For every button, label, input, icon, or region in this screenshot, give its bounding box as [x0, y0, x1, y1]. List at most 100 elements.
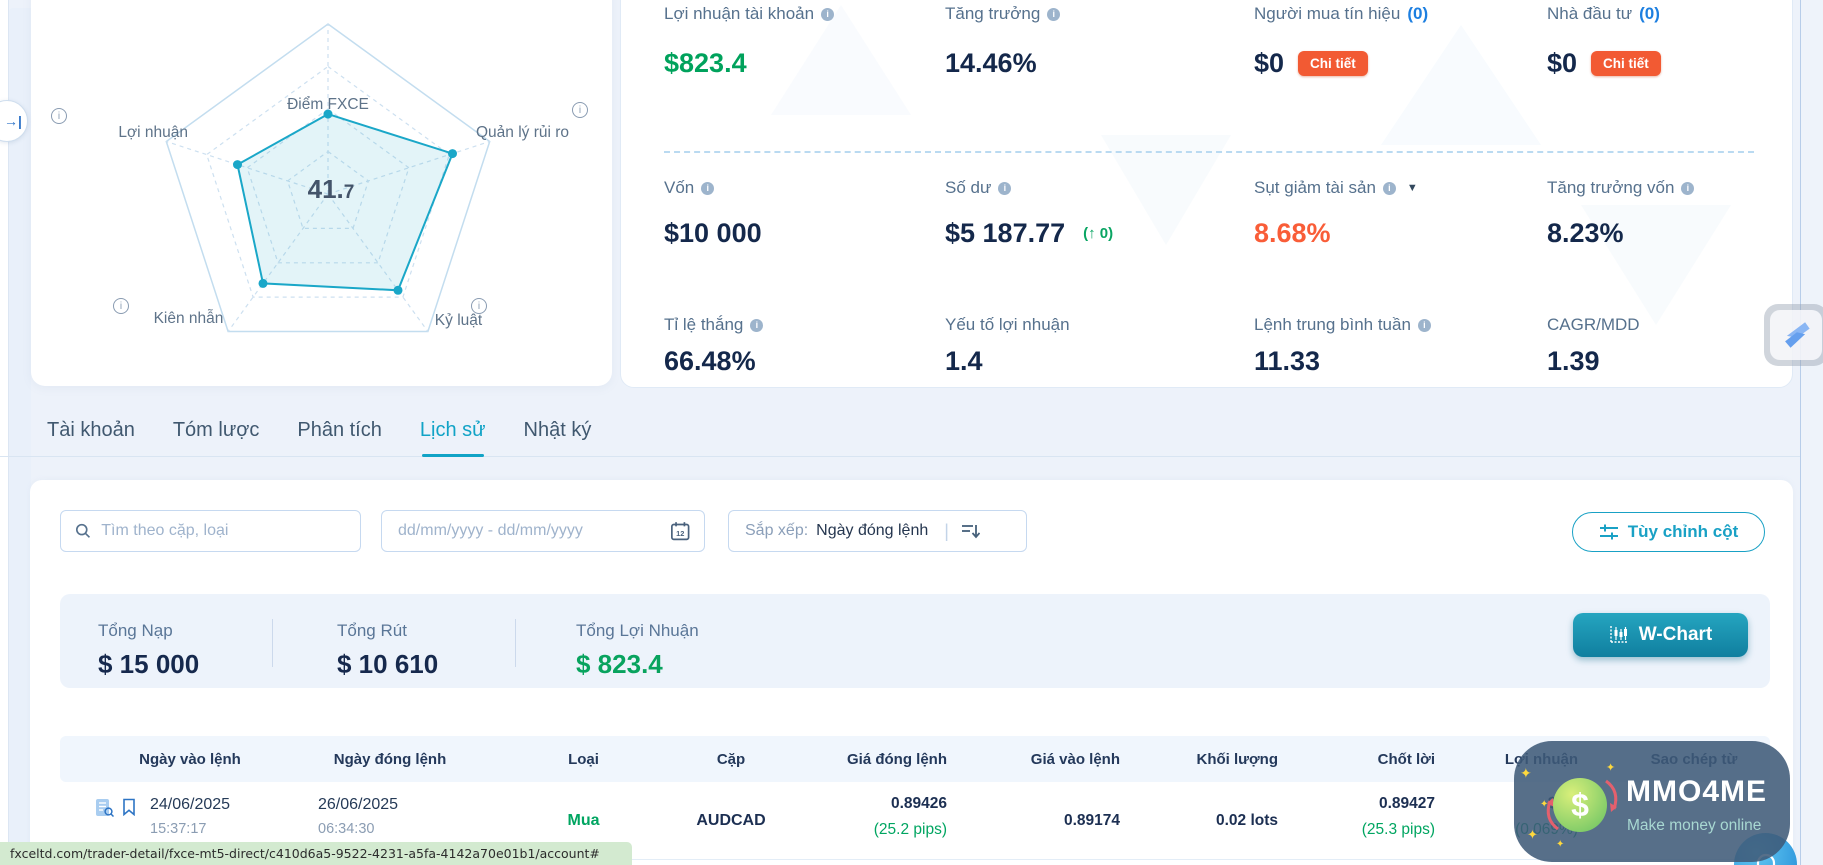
divider: [515, 619, 516, 667]
total-withdraw-label: Tổng Rút: [337, 621, 407, 640]
divider: [1800, 0, 1801, 865]
total-profit-value: $ 823.4: [576, 649, 663, 679]
stat-capital: Vốn i $10 000: [664, 178, 949, 249]
close-price: 0.89426: [890, 795, 947, 812]
divider: [272, 619, 273, 667]
info-icon[interactable]: i: [1681, 181, 1695, 195]
calendar-icon[interactable]: 12: [670, 520, 690, 542]
dollar-coin-icon: $: [1553, 778, 1607, 832]
radar-axis-risk: Quản lý rủi ro: [476, 124, 570, 141]
stat-account-profit: Lợi nhuận tài khoản i $823.4: [664, 4, 949, 79]
sort-direction-icon[interactable]: [961, 523, 980, 540]
tab-summary[interactable]: Tóm lược: [173, 405, 260, 457]
col-close-date[interactable]: Ngày đóng lệnh: [285, 751, 495, 768]
total-deposit-value: $ 15 000: [98, 649, 200, 679]
stat-label: Sụt giảm tài sản: [1254, 178, 1376, 197]
customize-columns-button[interactable]: Tùy chỉnh cột: [1572, 512, 1765, 552]
browser-extension-widget[interactable]: [1764, 304, 1823, 366]
svg-text:12: 12: [676, 529, 684, 538]
col-entry-date[interactable]: Ngày vào lệnh: [60, 751, 285, 768]
search-input[interactable]: [101, 522, 348, 540]
tab-journal[interactable]: Nhật ký: [524, 405, 592, 457]
sliders-icon: [1599, 524, 1618, 540]
info-icon[interactable]: i: [1382, 181, 1396, 195]
star-icon: ✦: [1520, 765, 1532, 781]
wchart-label: W-Chart: [1638, 624, 1713, 645]
signal-buyers-count-link[interactable]: (0): [1407, 4, 1428, 24]
stat-value: 8.23%: [1547, 218, 1624, 248]
stat-value: 14.46%: [945, 48, 1037, 78]
chevron-down-icon[interactable]: ▼: [1407, 182, 1418, 194]
stat-value: 8.68%: [1254, 218, 1331, 248]
col-take-profit[interactable]: Chốt lời: [1318, 751, 1475, 768]
fxce-score-value: 41.7: [307, 174, 355, 204]
info-icon[interactable]: i: [1417, 318, 1431, 332]
stat-value: $0: [1254, 48, 1285, 78]
total-profit: Tổng Lợi Nhuận $ 823.4: [576, 621, 699, 680]
info-icon[interactable]: i: [51, 108, 67, 124]
detail-button[interactable]: Chi tiết: [1591, 51, 1661, 76]
wchart-button[interactable]: W-Chart: [1573, 613, 1748, 657]
stat-value: 1.39: [1547, 346, 1600, 376]
status-url-bar: fxceltd.com/trader-detail/fxce-mt5-direc…: [0, 842, 632, 865]
total-withdraw-value: $ 10 610: [337, 649, 439, 679]
star-icon: ✦: [1527, 827, 1538, 842]
volume: 0.02 lots: [1215, 811, 1278, 829]
star-icon: ✦: [1606, 762, 1616, 774]
info-icon[interactable]: i: [821, 7, 835, 21]
tab-history[interactable]: Lịch sử: [420, 405, 486, 457]
total-profit-label: Tổng Lợi Nhuận: [576, 621, 699, 640]
total-deposit-label: Tổng Nạp: [98, 621, 173, 640]
stat-label: Số dư: [945, 178, 992, 197]
radar-axis-patience: Kiên nhẫn: [153, 310, 224, 327]
stat-profit-factor: Yếu tố lợi nhuận 1.4: [945, 315, 1230, 377]
col-close-price[interactable]: Giá đóng lệnh: [790, 751, 987, 768]
stat-label: Tăng trưởng: [945, 4, 1041, 23]
tab-analysis[interactable]: Phân tích: [297, 405, 382, 457]
total-withdraw: Tổng Rút $ 10 610: [337, 621, 438, 680]
stat-drawdown: Sụt giảm tài sản i ▼ 8.68%: [1254, 178, 1539, 249]
account-stats-card: Lợi nhuận tài khoản i $823.4 Tăng trưởng i…: [620, 0, 1793, 388]
date-range-input[interactable]: [398, 522, 670, 540]
stat-value: $0: [1547, 48, 1578, 78]
stat-investors: Nhà đầu tư (0) $0 Chi tiết: [1547, 4, 1792, 79]
order-note-icon[interactable]: [95, 798, 114, 817]
info-icon[interactable]: i: [998, 181, 1012, 195]
col-pair[interactable]: Cặp: [672, 751, 790, 768]
info-icon[interactable]: i: [572, 102, 588, 118]
col-volume[interactable]: Khối lượng: [1160, 751, 1318, 768]
stat-value: 11.33: [1254, 346, 1321, 376]
stat-label: Yếu tố lợi nhuận: [945, 315, 1070, 334]
col-type[interactable]: Loại: [495, 751, 672, 768]
star-icon: ✦: [1556, 839, 1565, 850]
bookmark-icon[interactable]: [122, 798, 136, 816]
col-entry-price[interactable]: Giá vào lệnh: [987, 751, 1160, 768]
detail-button[interactable]: Chi tiết: [1298, 51, 1368, 76]
sort-selector[interactable]: Sắp xếp: Ngày đóng lệnh |: [728, 510, 1027, 552]
info-icon[interactable]: i: [113, 298, 129, 314]
mmo4me-watermark: $ ✦ ✦ ✦ ✦ ✦ MMO4ME Make money online: [1514, 741, 1790, 862]
info-icon[interactable]: i: [701, 181, 715, 195]
close-pips: (25.2 pips): [873, 821, 947, 838]
star-icon: ✦: [1540, 799, 1549, 810]
stat-label: Lợi nhuận tài khoản: [664, 4, 815, 23]
radar-axis-discipline: Kỷ luật: [434, 312, 483, 329]
divider: |: [944, 520, 949, 541]
fxce-score-card: 41.7 Điểm FXCE Lợi nhuận i Quản lý rủi r…: [31, 0, 612, 386]
stat-win-rate: Tỉ lệ thắng i 66.48%: [664, 315, 949, 377]
stat-label: Tỉ lệ thắng: [664, 315, 744, 334]
stat-signal-buyers: Người mua tín hiệu (0) $0 Chi tiết: [1254, 4, 1539, 79]
pair: AUDCAD: [696, 811, 766, 829]
radar-axis-fxce-score: Điểm FXCE: [287, 96, 369, 113]
stat-cagr-mdd: CAGR/MDD 1.39: [1547, 315, 1792, 377]
investors-count-link[interactable]: (0): [1639, 4, 1660, 24]
info-icon[interactable]: i: [750, 318, 764, 332]
total-deposit: Tổng Nạp $ 15 000: [98, 621, 199, 680]
stat-label: Người mua tín hiệu: [1254, 4, 1401, 23]
info-icon[interactable]: i: [1047, 7, 1061, 21]
info-icon[interactable]: i: [471, 298, 487, 314]
tab-account[interactable]: Tài khoản: [47, 405, 135, 457]
take-profit-pips: (25.3 pips): [1361, 821, 1435, 838]
search-field: [60, 510, 361, 552]
candlestick-chart-icon: [1610, 626, 1627, 643]
